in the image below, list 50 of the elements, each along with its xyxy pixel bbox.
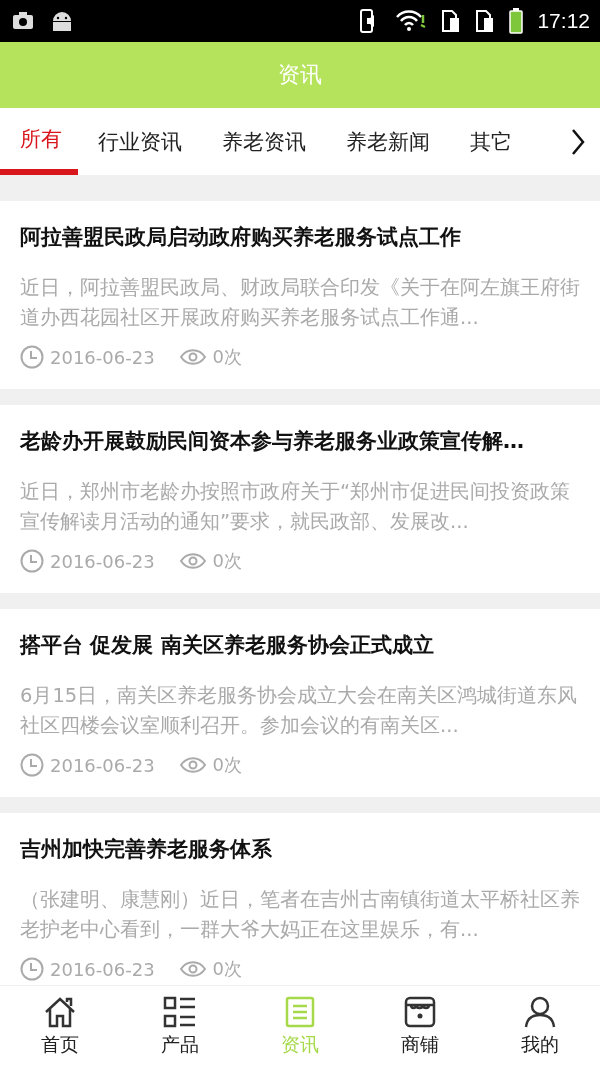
eye-icon: [178, 551, 207, 571]
category-tab[interactable]: 行业资讯: [78, 108, 202, 175]
clock-icon: [20, 957, 44, 981]
eye-icon: [178, 755, 207, 775]
clock-icon: [20, 549, 44, 573]
shop-icon: [403, 995, 437, 1028]
document-icon: [283, 995, 317, 1028]
eye-icon: [178, 959, 207, 979]
home-icon: [43, 995, 77, 1028]
article-title: 阿拉善盟民政局启动政府购买养老服务试点工作: [20, 224, 462, 251]
article-card[interactable]: 搭平台 促发展 南关区养老服务协会正式成立 6月15日，南关区养老服务协会成立大会在南关区鸿城街道东风社区四楼会议室顺利召开。参加会议的有南关区... 2016-06-23 0次: [0, 609, 600, 797]
article-summary: 6月15日，南关区养老服务协会成立大会在南关区鸿城街道东风社区四楼会议室顺利召开。参加会议的有南关区...: [20, 683, 579, 739]
article-card[interactable]: 吉州加快完善养老服务体系 （张建明、康慧刚）近日，笔者在吉州古南镇街道太平桥社区养老护老中心看到，一群大爷大妈正在这里娱乐，有... 2016-06-23 0次: [0, 813, 600, 985]
view-count: 0次: [212, 957, 243, 981]
article-date: 2016-06-23: [50, 550, 155, 572]
view-count: 0次: [212, 549, 243, 573]
clock-icon: [20, 345, 44, 369]
battery-icon: [509, 8, 524, 34]
nav-tab[interactable]: 首页: [0, 986, 120, 1067]
nav-tab[interactable]: 产品: [120, 986, 240, 1067]
nav-tab[interactable]: 我的: [480, 986, 600, 1067]
article-summary: 近日，阿拉善盟民政局、财政局联合印发《关于在阿左旗王府街道办西花园社区开展政府购买养老服务试点工作通...: [20, 275, 580, 331]
view-count: 0次: [212, 753, 243, 777]
user-icon: [523, 995, 557, 1028]
clock-time: 17:12: [537, 9, 590, 33]
camera-icon: [10, 10, 36, 32]
article-card[interactable]: 阿拉善盟民政局启动政府购买养老服务试点工作 近日，阿拉善盟民政局、财政局联合印发《关于在阿左旗王府街道办西花园社区开展政府购买养老服务试点工作通... 2016-06-23 0次: [0, 201, 600, 389]
article-date: 2016-06-23: [50, 754, 155, 776]
view-count: 0次: [212, 345, 243, 369]
article-title: 老龄办开展鼓励民间资本参与养老服务业政策宣传解…: [20, 428, 525, 455]
android-icon: [50, 10, 74, 32]
sim-icon: [475, 9, 496, 33]
article-summary: 近日，郑州市老龄办按照市政府关于“郑州市促进民间投资政策宣传解读月活动的通知”要求，就民政部、发展改...: [20, 479, 572, 535]
article-summary: （张建明、康慧刚）近日，笔者在吉州古南镇街道太平桥社区养老护老中心看到，一群大爷大妈正在这里娱乐，有...: [20, 887, 580, 943]
article-card[interactable]: 老龄办开展鼓励民间资本参与养老服务业政策宣传解… 近日，郑州市老龄办按照市政府关于“郑州市促进民间投资政策宣传解读月活动的通知”要求，就民政部、发展改... 2016-06-23 0次: [0, 405, 600, 593]
category-tab[interactable]: 养老资讯: [202, 108, 326, 175]
article-date: 2016-06-23: [50, 958, 155, 980]
page-title: 资讯: [278, 61, 322, 89]
clock-icon: [20, 753, 44, 777]
category-tab[interactable]: 养老新闻: [326, 108, 450, 175]
category-tab[interactable]: 所有: [0, 108, 78, 175]
list-icon: [163, 995, 197, 1028]
article-title: 搭平台 促发展 南关区养老服务协会正式成立: [20, 632, 435, 659]
wifi-icon: [395, 9, 428, 33]
eye-icon: [178, 347, 207, 367]
sim-icon: [441, 9, 462, 33]
nav-tab[interactable]: 商铺: [360, 986, 480, 1067]
article-title: 吉州加快完善养老服务体系: [20, 836, 273, 863]
article-date: 2016-06-23: [50, 346, 155, 368]
category-tab[interactable]: 其它: [450, 108, 532, 175]
